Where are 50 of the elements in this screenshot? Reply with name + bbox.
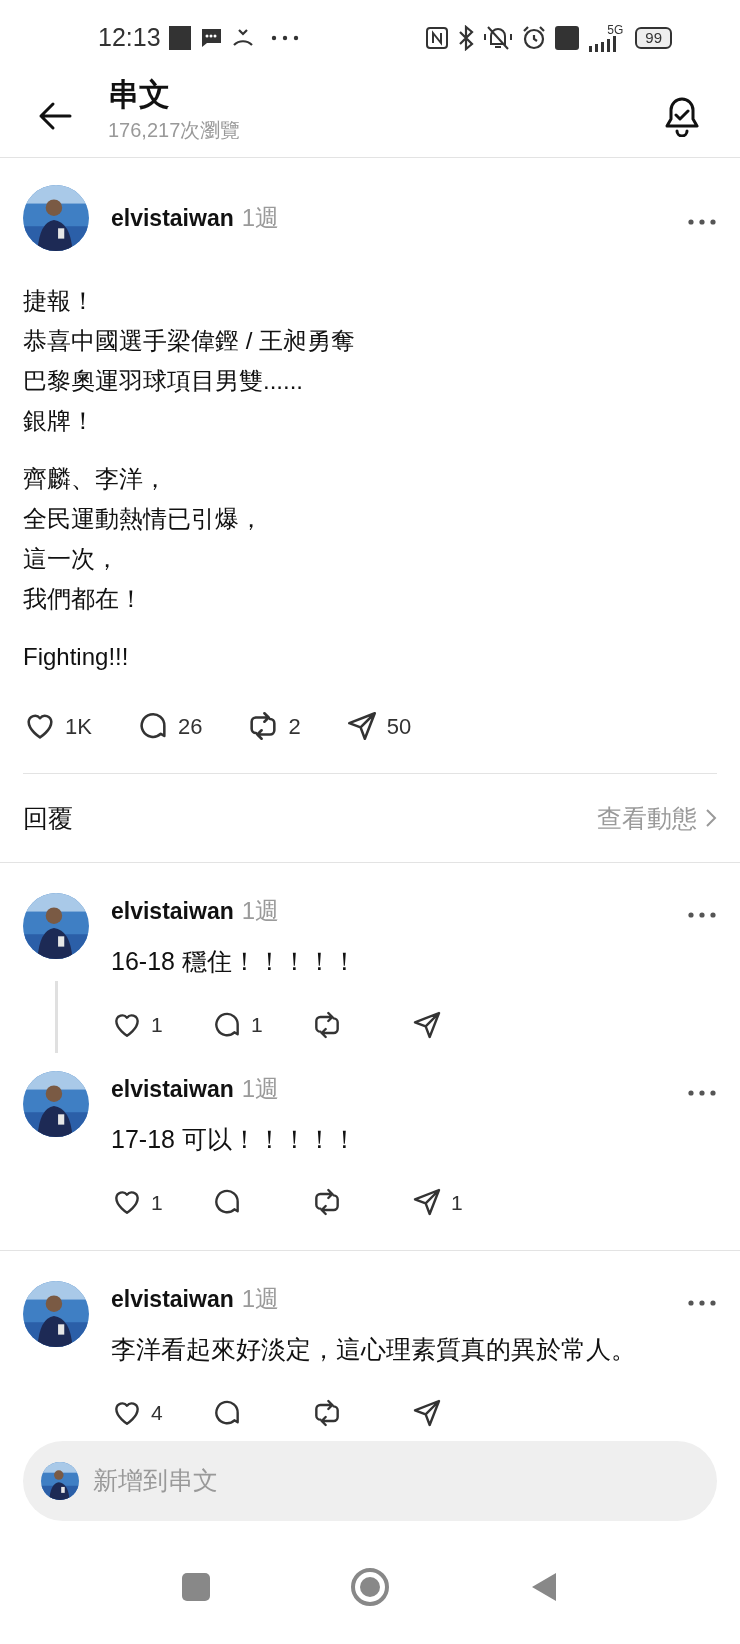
reply-text: 17-18 可以！！！！！	[111, 1123, 358, 1155]
reply-text: 李洋看起來好淡定，這心理素質真的異於常人。	[111, 1334, 637, 1366]
replies-label: 回覆	[23, 802, 73, 834]
post-text: 恭喜中國選手梁偉鏗 / 王昶勇奪	[23, 326, 356, 357]
more-icon[interactable]	[687, 218, 717, 227]
back-icon[interactable]	[38, 101, 72, 132]
comment-button[interactable]: 1	[211, 1008, 311, 1041]
battery-indicator: 99	[635, 26, 672, 49]
username[interactable]: elvistaiwan	[111, 201, 234, 236]
post-time: 1週	[241, 203, 280, 234]
back-nav-button[interactable]	[530, 1571, 558, 1604]
compose-field[interactable]: 新增到串文	[23, 1440, 717, 1521]
network-label: 5G	[607, 23, 624, 36]
like-button[interactable]: 4	[111, 1396, 211, 1429]
more-icon	[270, 34, 299, 41]
post-time: 1週	[241, 1073, 280, 1104]
post-time: 1週	[241, 896, 280, 927]
post-text: 這一次，	[23, 544, 120, 575]
home-button[interactable]	[350, 1567, 390, 1608]
share-button[interactable]: 1	[411, 1186, 511, 1219]
muted-bell-icon	[483, 24, 514, 51]
reply-input-field[interactable]: 新增到串文	[93, 1462, 699, 1500]
post-time: 1週	[241, 1284, 280, 1315]
chevron-right-icon	[705, 808, 717, 829]
comment-button[interactable]: 26	[135, 709, 203, 744]
post-text: 我們都在！	[23, 584, 144, 615]
status-time: 12:13	[98, 21, 161, 53]
share-button[interactable]: 50	[344, 709, 412, 744]
view-count: 176,217次瀏覽	[108, 118, 241, 144]
post-text: 全民運動熱情已引爆，	[23, 504, 264, 535]
bluetooth-icon	[457, 24, 476, 51]
recents-button[interactable]	[182, 1573, 210, 1602]
reply-text: 16-18 穩住！！！！！	[111, 946, 358, 978]
page-title: 串文	[108, 76, 171, 115]
post-text: 捷報！	[23, 286, 96, 317]
nfc-icon	[425, 25, 450, 50]
post-text: 齊麟、李洋，	[23, 464, 168, 495]
post-text: 銀牌！	[23, 406, 96, 437]
username[interactable]: elvistaiwan	[111, 1071, 234, 1107]
like-button[interactable]: 1	[111, 1008, 211, 1041]
post-text: 巴黎奧運羽球項目男雙......	[23, 366, 304, 397]
username[interactable]: elvistaiwan	[111, 894, 234, 929]
repost-button[interactable]: 2	[246, 709, 301, 744]
like-button[interactable]: 1	[111, 1186, 211, 1219]
more-icon[interactable]	[687, 911, 717, 920]
post-text: Fighting!!!	[23, 642, 130, 673]
more-icon[interactable]	[687, 1088, 717, 1097]
username[interactable]: elvistaiwan	[111, 1282, 234, 1317]
more-icon[interactable]	[687, 1299, 717, 1308]
like-button[interactable]: 1K	[23, 709, 92, 744]
